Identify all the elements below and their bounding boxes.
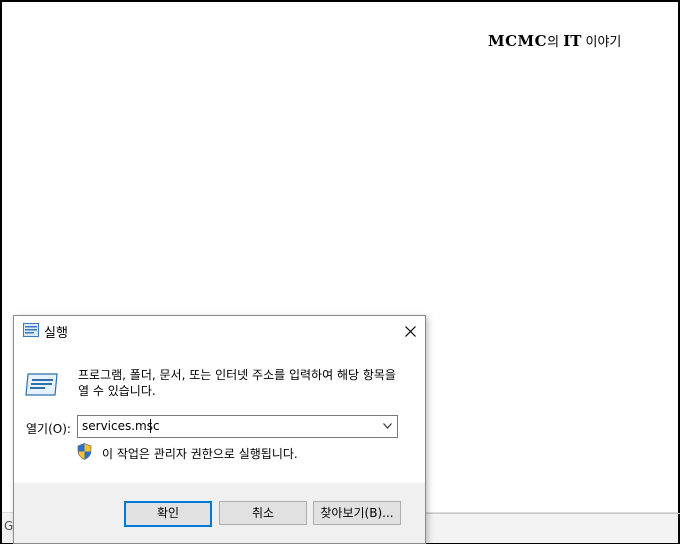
- dropdown-button[interactable]: [377, 416, 397, 437]
- dialog-footer: 확인 취소 찾아보기(B)...: [14, 483, 425, 543]
- text-cursor: [150, 419, 151, 433]
- watermark: MCMC의 IT 이야기: [488, 31, 621, 50]
- open-combobox[interactable]: services.msc: [77, 415, 398, 438]
- background-char: G: [4, 519, 14, 533]
- open-input-value[interactable]: services.msc: [82, 419, 160, 433]
- close-icon: [404, 325, 416, 337]
- open-label: 열기(O):: [26, 422, 71, 436]
- run-app-icon: [25, 373, 58, 396]
- watermark-brand: MCMC: [488, 32, 548, 50]
- chevron-down-icon: [382, 423, 392, 429]
- ok-button[interactable]: 확인: [124, 501, 212, 527]
- admin-note: 이 작업은 관리자 권한으로 실행됩니다.: [102, 447, 298, 461]
- dialog-description: 프로그램, 폴더, 문서, 또는 인터넷 주소를 입력하여 해당 항목을 열 수…: [78, 368, 396, 398]
- background-divider: [426, 513, 680, 514]
- browse-button[interactable]: 찾아보기(B)...: [313, 501, 401, 525]
- uac-shield-icon: [77, 443, 92, 460]
- watermark-mid: 의: [547, 35, 564, 50]
- dialog-titlebar[interactable]: 실행: [14, 316, 425, 346]
- cancel-button[interactable]: 취소: [219, 501, 307, 525]
- watermark-tail: 이야기: [581, 35, 622, 50]
- run-dialog: 실행 프로그램, 폴더, 문서, 또는 인터넷 주소를 입력하여 해당 항목을 …: [13, 315, 426, 544]
- watermark-it: IT: [563, 32, 582, 50]
- dialog-title: 실행: [44, 326, 68, 341]
- run-icon: [23, 323, 39, 337]
- close-button[interactable]: [395, 316, 425, 346]
